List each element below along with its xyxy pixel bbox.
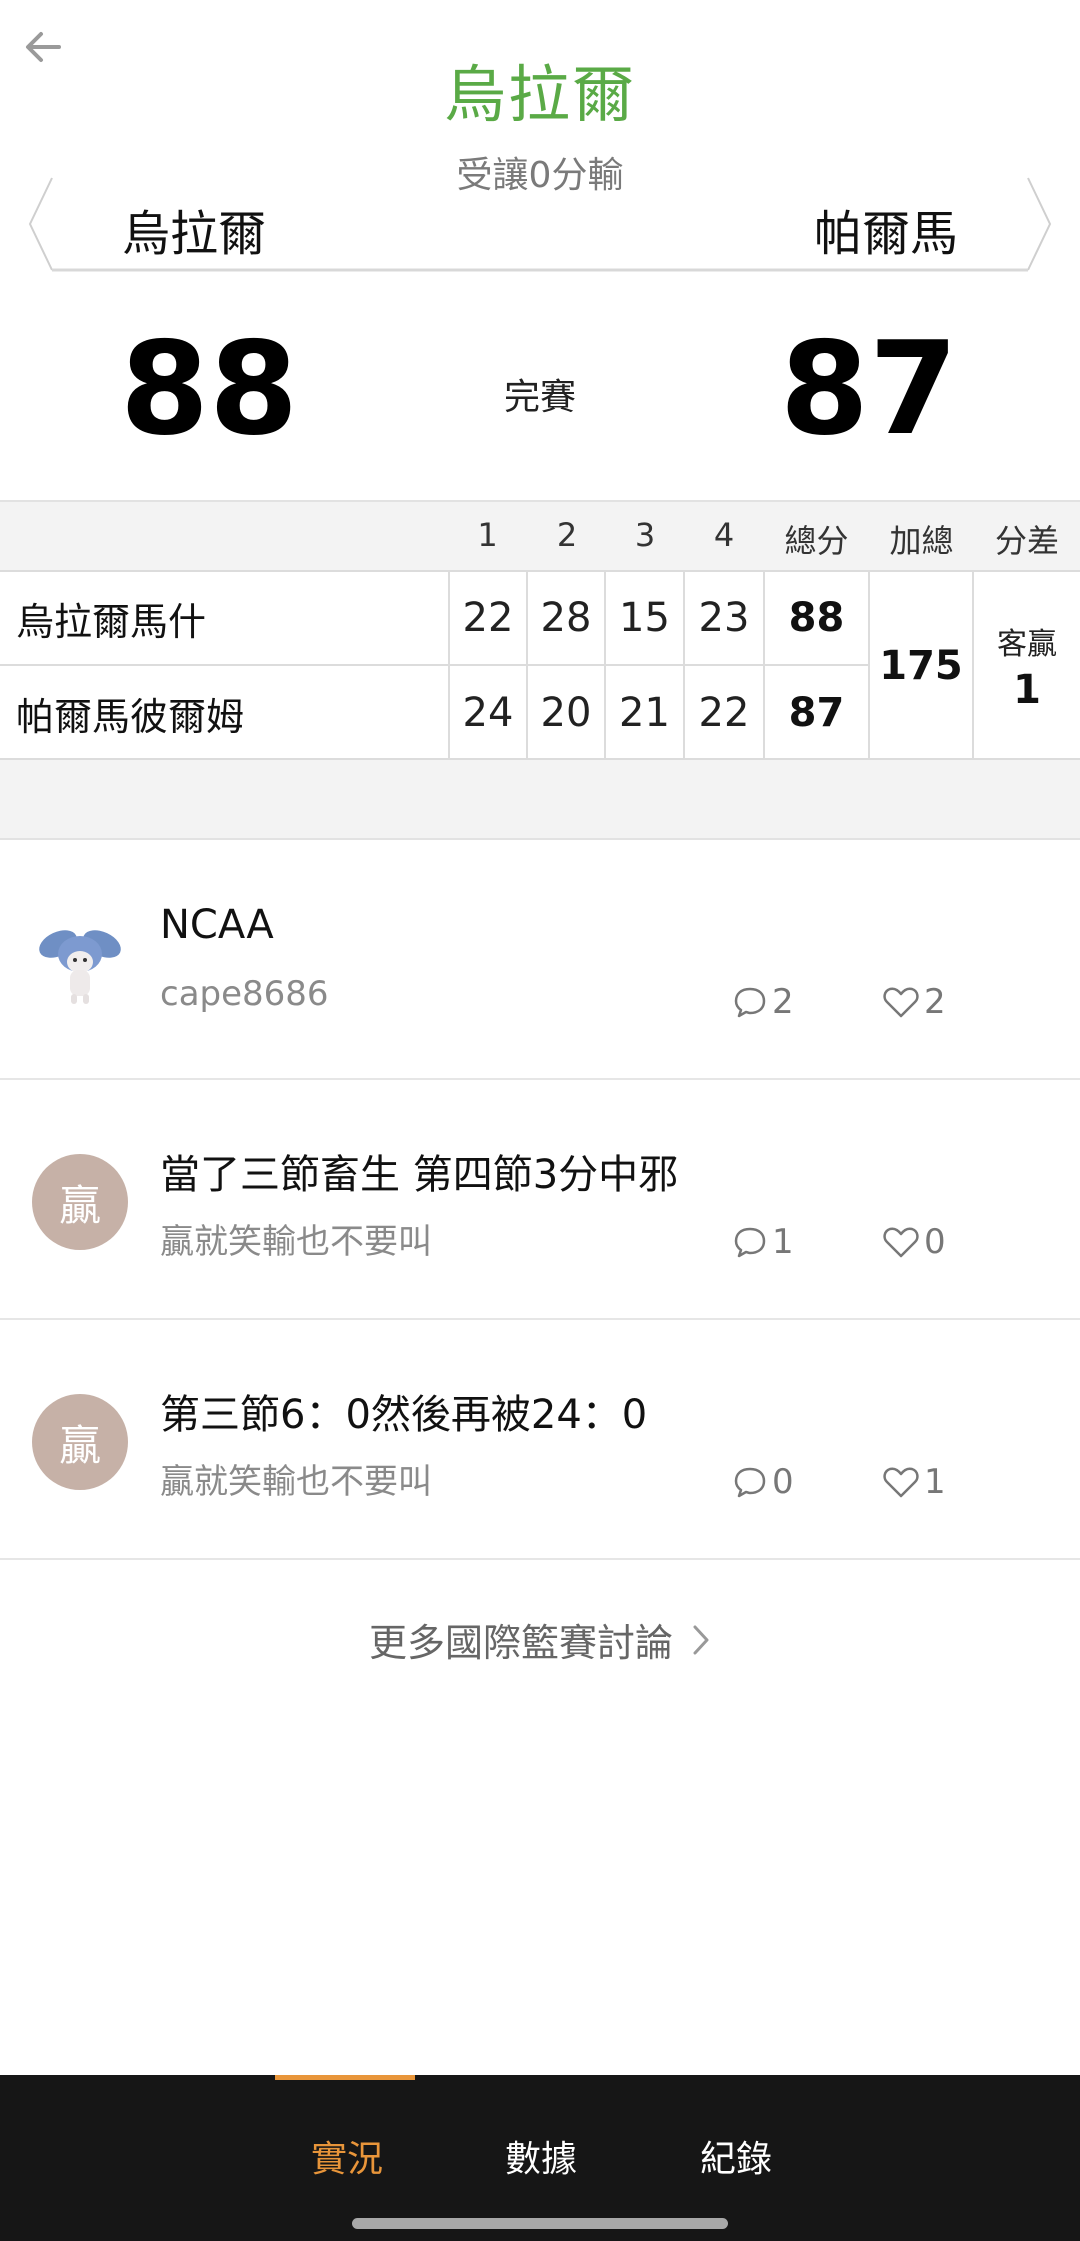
matchup-banner: 烏拉爾 帕爾馬 bbox=[22, 176, 1058, 272]
row1-q4: 23 bbox=[685, 572, 765, 666]
post-title[interactable]: 當了三節畜生 第四節3分中邪 bbox=[160, 1142, 678, 1200]
comment-count[interactable]: 2 bbox=[732, 982, 794, 1022]
more-discussions-label: 更多國際籃賽討論 bbox=[368, 1621, 673, 1665]
spread-value: 1 bbox=[1013, 667, 1041, 713]
heart-icon bbox=[883, 1227, 919, 1258]
header-q4: 4 bbox=[713, 516, 735, 554]
row2-q3: 21 bbox=[606, 666, 685, 760]
avatar: 贏 bbox=[32, 1394, 128, 1490]
heart-icon bbox=[883, 1467, 919, 1498]
header-q3: 3 bbox=[634, 516, 656, 554]
chevron-right-icon bbox=[693, 1625, 709, 1654]
row1-team: 烏拉爾馬什 bbox=[0, 572, 450, 666]
row2-team: 帕爾馬彼爾姆 bbox=[0, 666, 450, 760]
score-row: 88 完賽 87 bbox=[0, 320, 1080, 460]
row1-q2: 28 bbox=[528, 572, 606, 666]
comment-icon bbox=[734, 987, 766, 1018]
score-table-body: 烏拉爾馬什 22 28 15 23 88 帕爾馬彼爾姆 24 20 21 22 … bbox=[0, 570, 1080, 760]
post-author: 贏就笑輸也不要叫 bbox=[160, 1462, 432, 1502]
header-total: 總分 bbox=[784, 522, 849, 560]
row1-q1: 22 bbox=[450, 572, 528, 666]
tab-records[interactable]: 紀錄 bbox=[700, 2130, 772, 2182]
home-team-name: 烏拉爾 bbox=[122, 206, 267, 262]
header-spread: 分差 bbox=[994, 522, 1059, 560]
avatar bbox=[32, 914, 128, 1010]
away-score: 87 bbox=[779, 315, 958, 464]
bottom-nav: 實況 數據 紀錄 bbox=[0, 2075, 1080, 2241]
like-count[interactable]: 0 bbox=[882, 1222, 946, 1262]
comment-count-value: 2 bbox=[772, 982, 794, 1022]
header-q2: 2 bbox=[556, 516, 578, 554]
header-q1: 1 bbox=[477, 516, 498, 554]
like-count[interactable]: 1 bbox=[882, 1462, 946, 1502]
row1-total: 88 bbox=[765, 572, 870, 666]
row1-q3: 15 bbox=[606, 572, 685, 666]
like-count-value: 2 bbox=[924, 982, 946, 1022]
comment-count-value: 1 bbox=[772, 1222, 794, 1262]
comment-count[interactable]: 1 bbox=[732, 1222, 794, 1262]
post-title[interactable]: NCAA bbox=[160, 902, 274, 948]
tab-live[interactable]: 實況 bbox=[311, 2130, 383, 2182]
tab-stats[interactable]: 數據 bbox=[505, 2130, 577, 2182]
header-combined: 加總 bbox=[889, 522, 954, 560]
more-discussions-link[interactable]: 更多國際籃賽討論 bbox=[0, 1612, 1080, 1667]
post-title[interactable]: 第三節6：0然後再被24：0 bbox=[160, 1382, 647, 1440]
spread-cell: 客贏 1 bbox=[974, 572, 1080, 760]
spread-label: 客贏 bbox=[997, 627, 1057, 662]
avatar: 贏 bbox=[32, 1154, 128, 1250]
heart-icon bbox=[883, 987, 919, 1018]
row2-q4: 22 bbox=[685, 666, 765, 760]
combined-total: 175 bbox=[870, 572, 974, 760]
comment-count[interactable]: 0 bbox=[732, 1462, 794, 1502]
row2-q2: 20 bbox=[528, 666, 606, 760]
row2-q1: 24 bbox=[450, 666, 528, 760]
comment-icon bbox=[734, 1227, 766, 1258]
away-team-name: 帕爾馬 bbox=[813, 206, 958, 262]
page-title: 烏拉爾 bbox=[443, 58, 636, 131]
like-count[interactable]: 2 bbox=[882, 982, 946, 1022]
score-table: 1 2 3 4 總分 加總 分差 烏拉爾馬什 22 28 15 23 88 帕爾… bbox=[0, 500, 1080, 840]
post-author: cape8686 bbox=[160, 974, 329, 1014]
plush-avatar-image bbox=[39, 930, 121, 1004]
row2-total: 87 bbox=[765, 666, 870, 760]
like-count-value: 1 bbox=[924, 1462, 946, 1502]
comment-count-value: 0 bbox=[772, 1462, 794, 1502]
active-tab-indicator bbox=[275, 2075, 415, 2080]
like-count-value: 0 bbox=[924, 1222, 946, 1262]
post-item[interactable]: NCAA cape8686 2 2 bbox=[0, 840, 1080, 1080]
post-item[interactable]: 贏 當了三節畜生 第四節3分中邪 贏就笑輸也不要叫 1 0 bbox=[0, 1080, 1080, 1320]
home-indicator[interactable] bbox=[352, 2218, 728, 2229]
comment-icon bbox=[734, 1467, 766, 1498]
post-author: 贏就笑輸也不要叫 bbox=[160, 1222, 432, 1262]
post-item[interactable]: 贏 第三節6：0然後再被24：0 贏就笑輸也不要叫 0 1 bbox=[0, 1320, 1080, 1560]
